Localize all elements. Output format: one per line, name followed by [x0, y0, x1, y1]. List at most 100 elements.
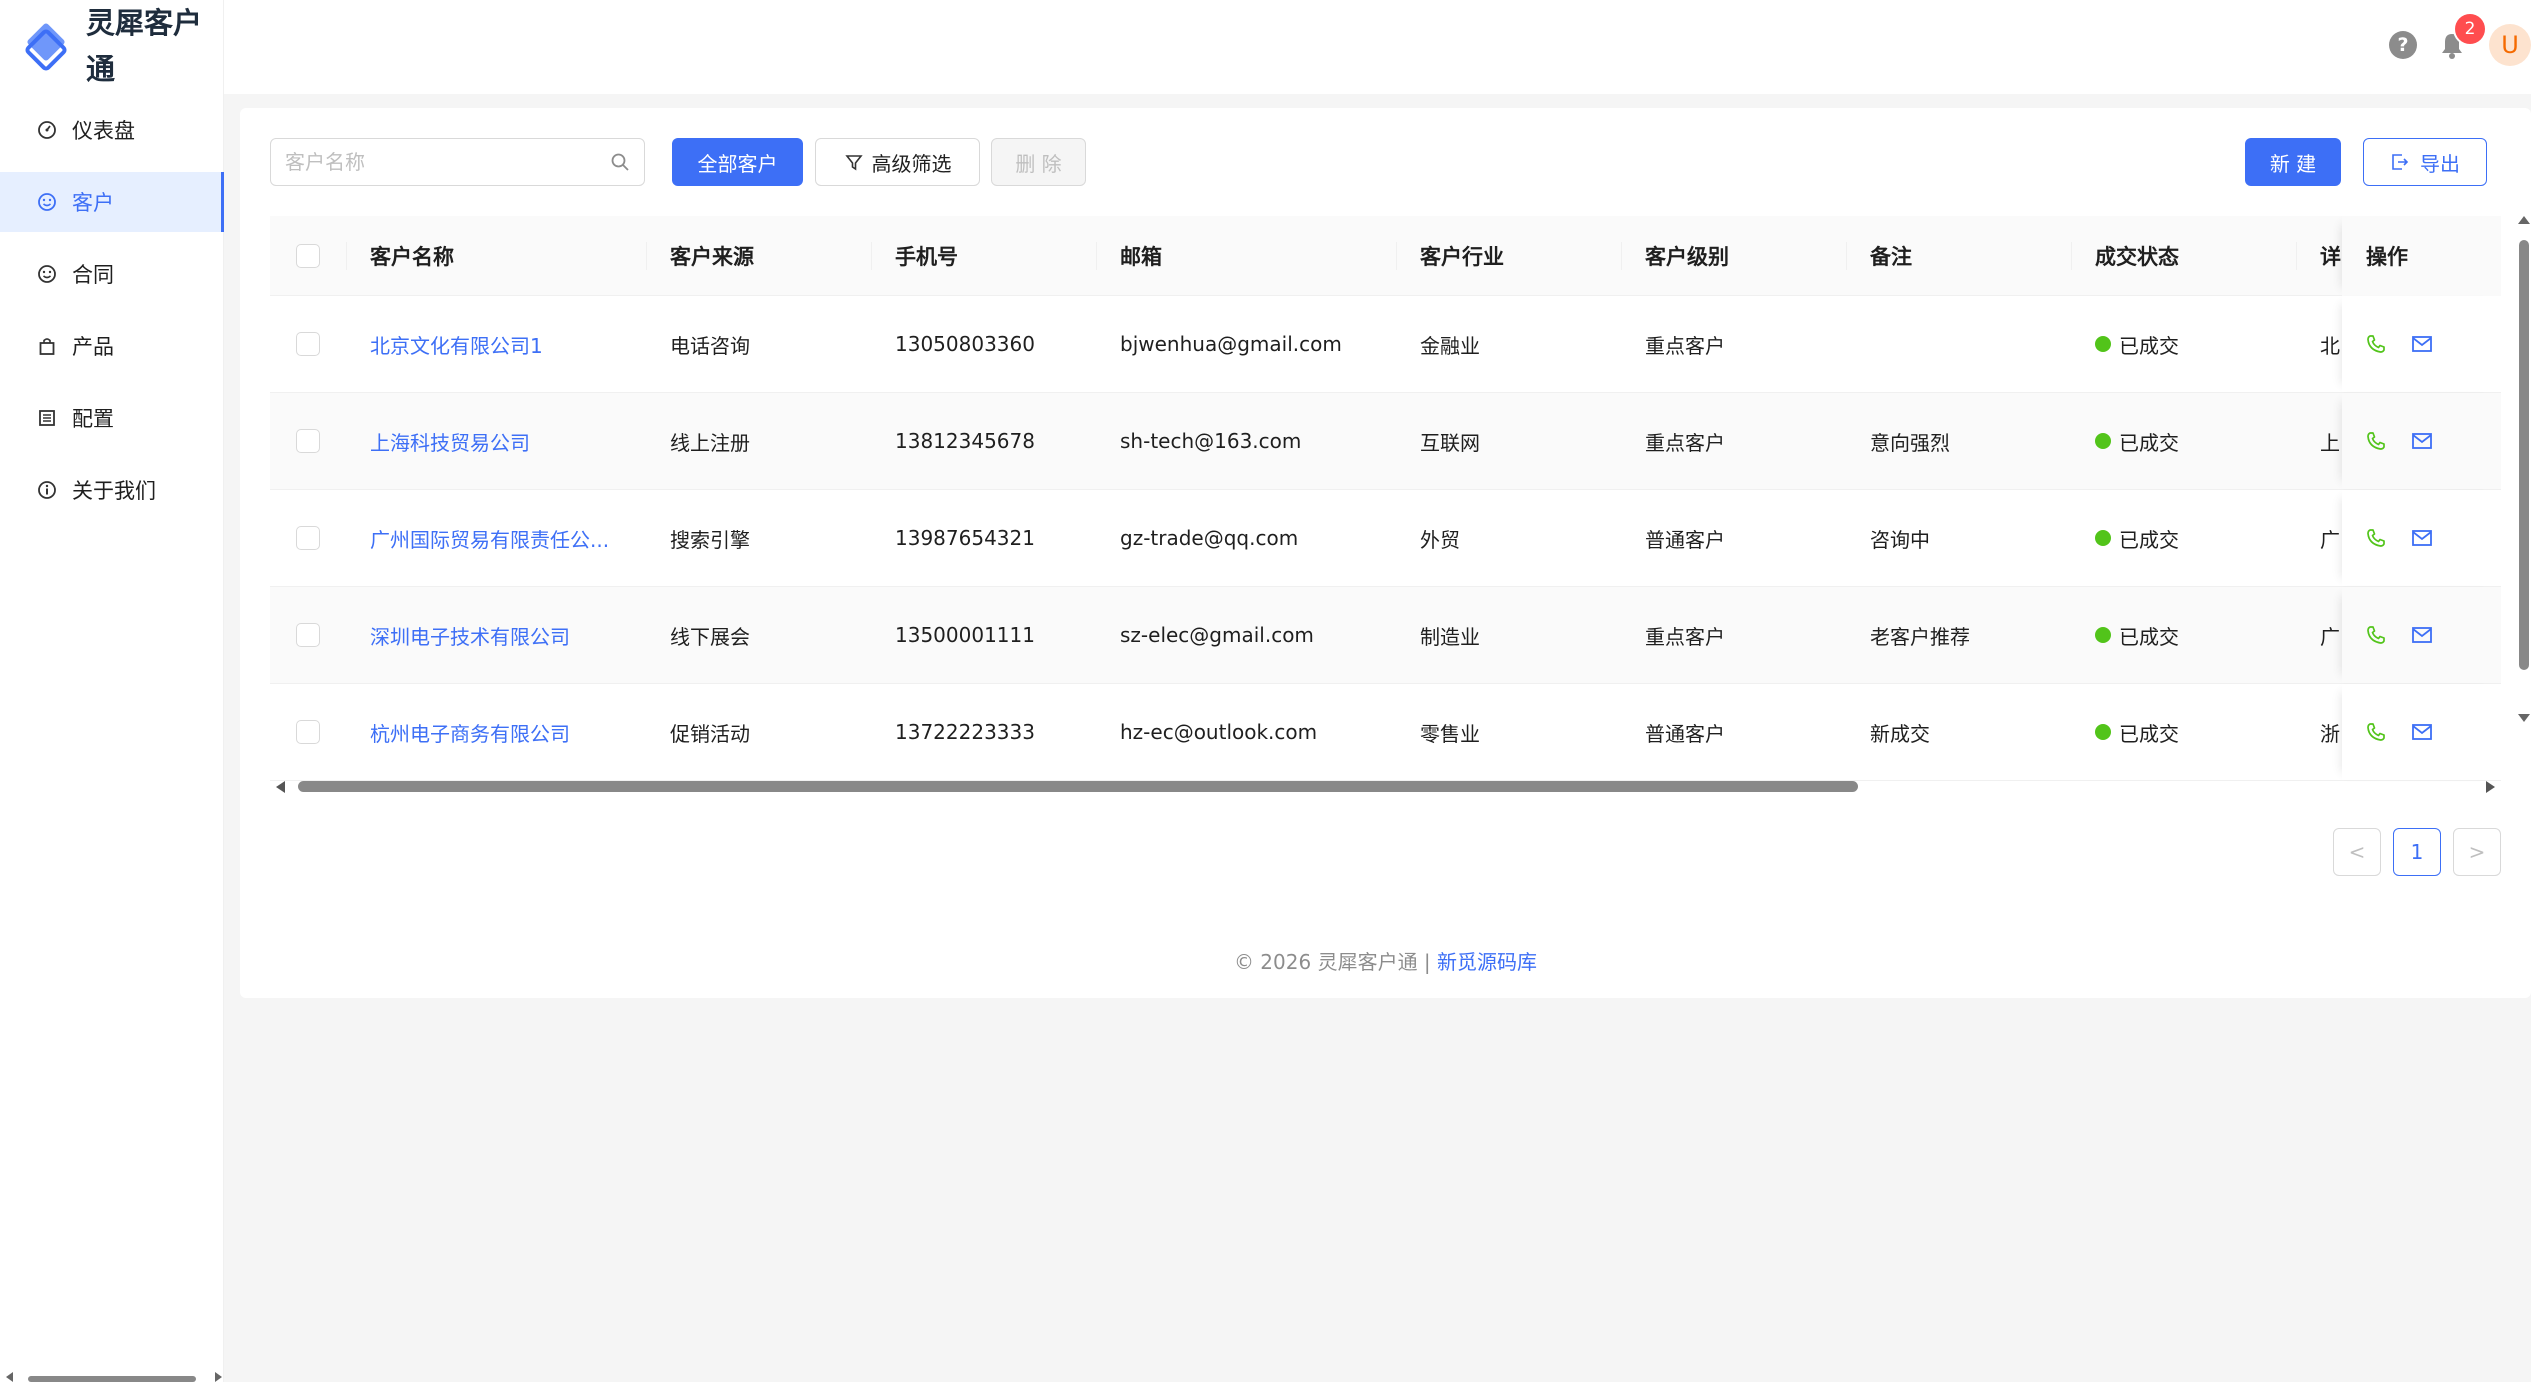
select-all-checkbox[interactable]: [296, 244, 320, 268]
customer-name-link[interactable]: 上海科技贸易公司: [346, 393, 646, 489]
scrollbar-thumb[interactable]: [28, 1376, 196, 1382]
footer-link[interactable]: 新觅源码库: [1437, 950, 1537, 974]
row-checkbox[interactable]: [296, 332, 320, 356]
phone-icon[interactable]: [2364, 332, 2388, 356]
mail-icon[interactable]: [2410, 332, 2434, 356]
table-row[interactable]: 广州国际贸易有限责任公... 搜索引擎 13987654321 gz-trade@qq…: [270, 490, 2501, 587]
scroll-right-arrow-icon[interactable]: [2486, 781, 2495, 793]
sidebar-item-customers[interactable]: 客户: [0, 172, 224, 232]
table-row[interactable]: 深圳电子技术有限公司 线下展会 13500001111 sz-elec@gmail.c…: [270, 587, 2501, 684]
column-header[interactable]: 手机号: [871, 216, 1096, 296]
sidebar-item-products[interactable]: 产品: [0, 316, 224, 376]
app-logo[interactable]: 灵犀客户通: [20, 0, 224, 92]
page-number[interactable]: 1: [2393, 828, 2441, 876]
customer-name-link[interactable]: 深圳电子技术有限公司: [346, 587, 646, 683]
cell-email: hz-ec@outlook.com: [1120, 720, 1318, 744]
search-input[interactable]: [285, 150, 610, 174]
column-header[interactable]: 备注: [1846, 216, 2071, 296]
status-label: 已成交: [2119, 721, 2179, 746]
column-header[interactable]: 成交状态: [2071, 216, 2296, 296]
scroll-left-arrow-icon[interactable]: [276, 781, 285, 793]
toolbar: 全部客户 高级筛选 删 除 新 建 导出: [270, 138, 2501, 186]
notification-bell[interactable]: 2: [2437, 14, 2485, 60]
all-customers-button[interactable]: 全部客户: [672, 138, 803, 186]
scroll-right-arrow-icon[interactable]: [215, 1372, 222, 1382]
cell-level: 普通客户: [1645, 721, 1725, 746]
table-row[interactable]: 杭州电子商务有限公司 促销活动 13722223333 hz-ec@outlook.c…: [270, 684, 2501, 781]
phone-icon[interactable]: [2364, 526, 2388, 550]
column-header[interactable]: 详: [2296, 216, 2342, 296]
sidebar-item-label: 关于我们: [72, 479, 156, 503]
help-icon[interactable]: ?: [2389, 31, 2417, 59]
search-icon[interactable]: [610, 152, 630, 172]
cell-detail: 广: [2320, 624, 2340, 649]
scroll-up-arrow-icon[interactable]: [2518, 216, 2530, 224]
status-dot-icon: [2095, 530, 2111, 546]
sidebar-item-dashboard[interactable]: 仪表盘: [0, 100, 224, 160]
cell-note: 新成交: [1870, 721, 1930, 746]
smile-icon: [36, 263, 58, 285]
status-label: 已成交: [2119, 624, 2179, 649]
cell-phone: 13722223333: [895, 720, 1035, 744]
scrollbar-thumb[interactable]: [2519, 240, 2529, 670]
cell-status: 已成交: [2071, 684, 2296, 780]
mail-icon[interactable]: [2410, 429, 2434, 453]
cell-email: gz-trade@qq.com: [1120, 526, 1299, 550]
phone-icon[interactable]: [2364, 623, 2388, 647]
notification-badge: 2: [2455, 14, 2485, 44]
mail-icon[interactable]: [2410, 623, 2434, 647]
scroll-left-arrow-icon[interactable]: [6, 1372, 13, 1382]
table-header: 客户名称 客户来源 手机号 邮箱 客户行业 客户级别 备注 成交状态 详 操作: [270, 216, 2501, 296]
column-header[interactable]: 客户行业: [1396, 216, 1621, 296]
column-header[interactable]: 客户名称: [346, 216, 646, 296]
row-checkbox[interactable]: [296, 526, 320, 550]
row-checkbox[interactable]: [296, 623, 320, 647]
table-row[interactable]: 北京文化有限公司1 电话咨询 13050803360 bjwenhua@gmail.c…: [270, 296, 2501, 393]
mail-icon[interactable]: [2410, 526, 2434, 550]
row-checkbox[interactable]: [296, 720, 320, 744]
cell-source: 搜索引擎: [670, 527, 750, 552]
cell-level: 重点客户: [1645, 430, 1725, 455]
new-button[interactable]: 新 建: [2245, 138, 2341, 186]
cell-industry: 外贸: [1420, 527, 1460, 552]
phone-icon[interactable]: [2364, 429, 2388, 453]
phone-icon[interactable]: [2364, 720, 2388, 744]
cell-phone: 13500001111: [895, 623, 1035, 647]
customer-name-link[interactable]: 杭州电子商务有限公司: [346, 684, 646, 780]
cell-detail: 浙: [2320, 721, 2340, 746]
table-horizontal-scrollbar[interactable]: [270, 778, 2501, 794]
next-page-button[interactable]: >: [2453, 828, 2501, 876]
search-box[interactable]: [270, 138, 645, 186]
cell-level: 普通客户: [1645, 527, 1725, 552]
table-row[interactable]: 上海科技贸易公司 线上注册 13812345678 sh-tech@163.com 互联…: [270, 393, 2501, 490]
prev-page-button[interactable]: <: [2333, 828, 2381, 876]
delete-button[interactable]: 删 除: [991, 138, 1086, 186]
mail-icon[interactable]: [2410, 720, 2434, 744]
sidebar-item-label: 产品: [72, 335, 114, 359]
column-header: 操作: [2342, 216, 2501, 296]
customer-list-card: 全部客户 高级筛选 删 除 新 建 导出 客户名称 客户来源 手机号 邮箱 客户…: [240, 108, 2531, 998]
table-vertical-scrollbar[interactable]: [2515, 216, 2531, 722]
smile-icon: [36, 191, 58, 213]
column-header[interactable]: 邮箱: [1096, 216, 1396, 296]
sidebar-horizontal-scrollbar[interactable]: [0, 1372, 224, 1382]
cell-industry: 零售业: [1420, 721, 1480, 746]
avatar[interactable]: U: [2489, 24, 2531, 66]
column-header[interactable]: 客户来源: [646, 216, 871, 296]
column-header[interactable]: 客户级别: [1621, 216, 1846, 296]
sidebar-item-contracts[interactable]: 合同: [0, 244, 224, 304]
cell-note: 老客户推荐: [1870, 624, 1970, 649]
cell-phone: 13050803360: [895, 332, 1035, 356]
sidebar-item-about[interactable]: 关于我们: [0, 460, 224, 520]
row-checkbox[interactable]: [296, 429, 320, 453]
customer-name-link[interactable]: 北京文化有限公司1: [346, 296, 646, 392]
customer-name-link[interactable]: 广州国际贸易有限责任公...: [346, 490, 646, 586]
scroll-down-arrow-icon[interactable]: [2518, 714, 2530, 722]
sidebar-item-config[interactable]: 配置: [0, 388, 224, 448]
advanced-filter-button[interactable]: 高级筛选: [815, 138, 980, 186]
export-button[interactable]: 导出: [2363, 138, 2487, 186]
cell-detail: 上: [2320, 430, 2340, 455]
cell-level: 重点客户: [1645, 333, 1725, 358]
scrollbar-thumb[interactable]: [298, 781, 1858, 792]
cell-source: 促销活动: [670, 721, 750, 746]
